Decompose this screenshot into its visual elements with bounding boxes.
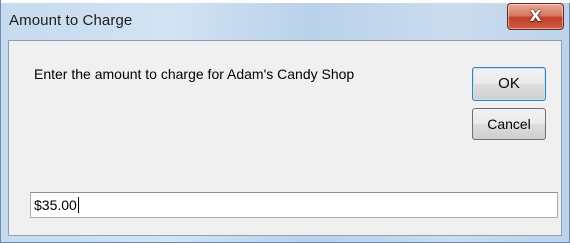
prompt-label: Enter the amount to charge for Adam's Ca… <box>34 66 355 82</box>
window-title: Amount to Charge <box>9 12 133 29</box>
cancel-button[interactable]: Cancel <box>472 108 546 140</box>
text-caret <box>77 197 79 213</box>
top-strip <box>1 0 570 3</box>
close-icon: X <box>529 7 542 25</box>
ok-button[interactable]: OK <box>472 67 546 101</box>
amount-input-value: $35.00 <box>34 197 77 213</box>
amount-input[interactable]: $35.00 <box>30 192 558 218</box>
close-button[interactable]: X <box>507 3 564 30</box>
dialog-window: Amount to Charge X Enter the amount to c… <box>0 0 570 243</box>
dialog-client-area: Enter the amount to charge for Adam's Ca… <box>8 40 562 236</box>
